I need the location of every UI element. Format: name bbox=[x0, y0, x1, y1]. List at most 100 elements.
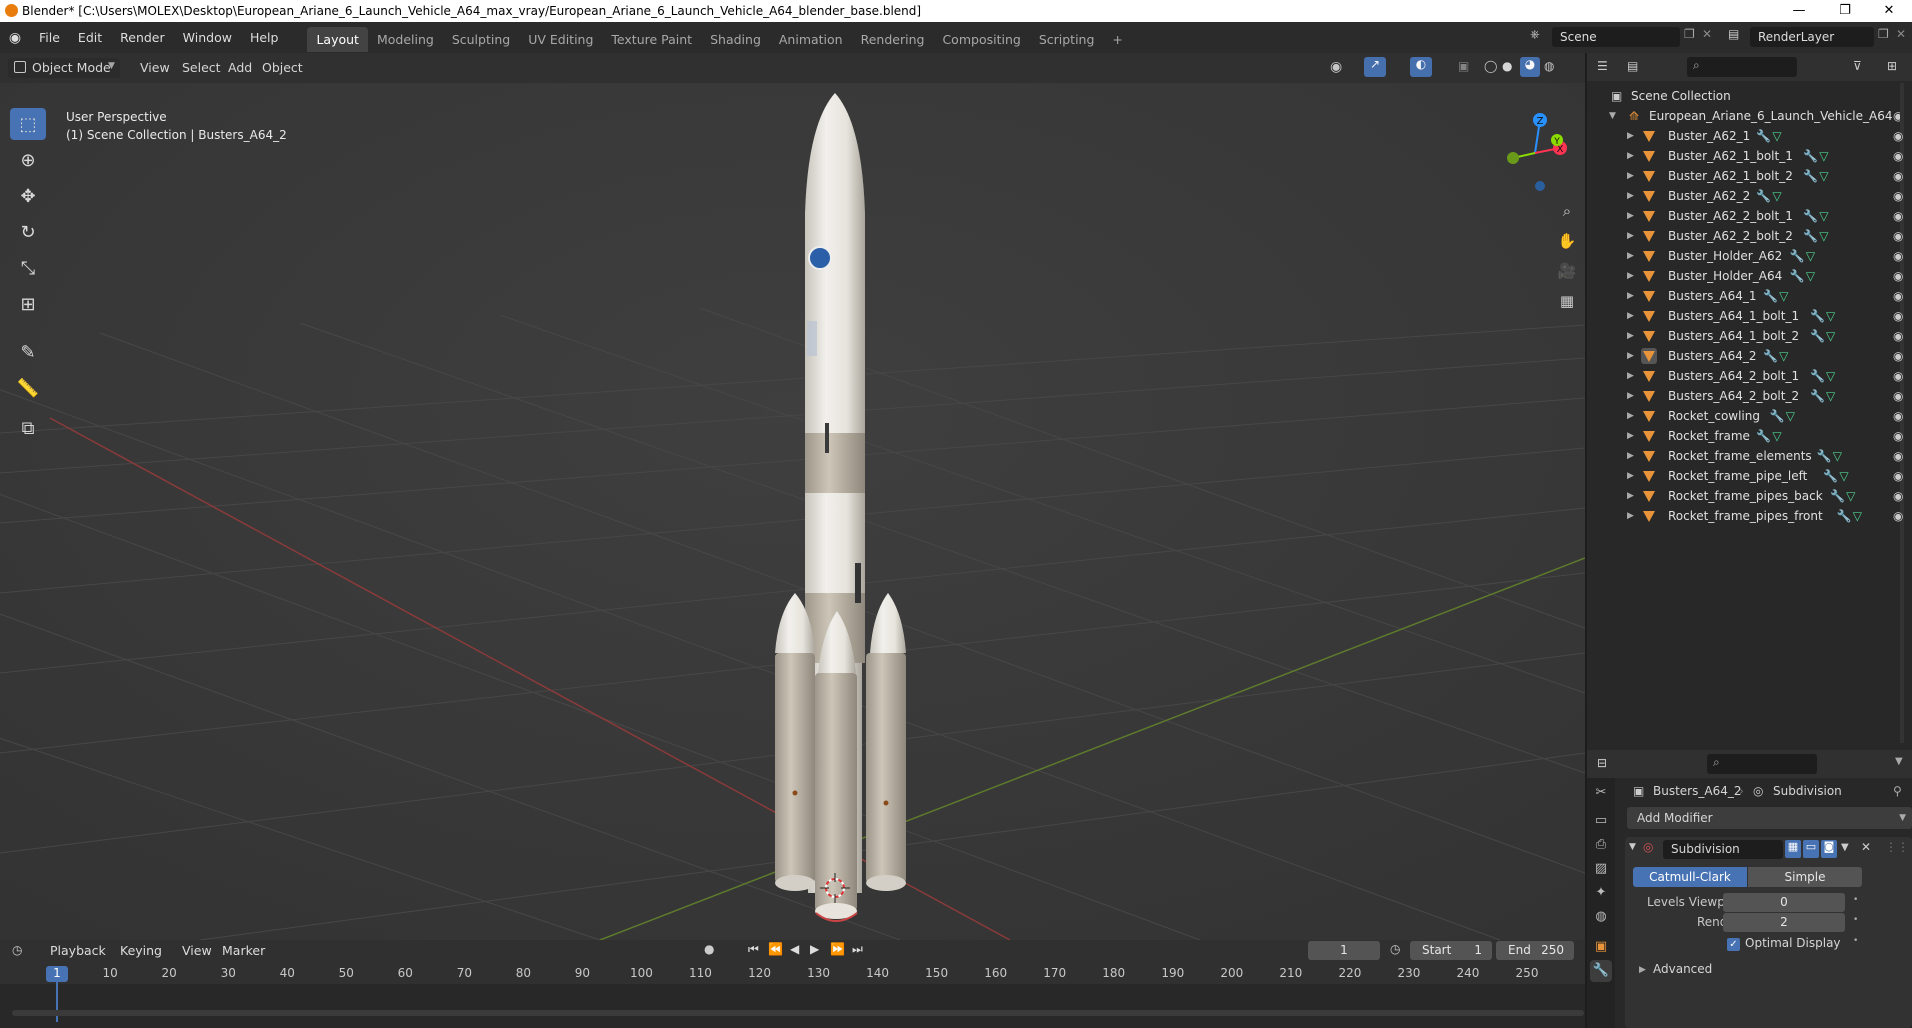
mesh-data-icon[interactable]: ▽ bbox=[1772, 426, 1781, 446]
record-keyframe-icon[interactable]: ● bbox=[704, 942, 714, 956]
expand-arrow-icon[interactable]: ▶ bbox=[1627, 406, 1634, 426]
remove-scene-icon[interactable]: ✕ bbox=[1702, 27, 1712, 41]
advanced-subpanel-label[interactable]: Advanced bbox=[1653, 962, 1712, 976]
menu-window[interactable]: Window bbox=[174, 22, 241, 53]
mesh-data-icon[interactable]: ▽ bbox=[1786, 406, 1795, 426]
expand-arrow-icon[interactable]: ▶ bbox=[1627, 186, 1634, 206]
keyframe-dot-icon[interactable]: • bbox=[1853, 915, 1858, 925]
drag-handle-icon[interactable]: ⋮⋮ bbox=[1885, 840, 1909, 854]
modifier-wrench-icon[interactable]: 🔧 bbox=[1837, 506, 1852, 526]
maximize-button[interactable]: ❐ bbox=[1822, 0, 1868, 22]
outliner-item[interactable]: ▶ Buster_A62_2 🔧 ▽ ◉ bbox=[1587, 186, 1912, 206]
expand-arrow-icon[interactable]: ▼ bbox=[1609, 106, 1616, 126]
outliner-item[interactable]: ▶ Busters_A64_2 🔧 ▽ ◉ bbox=[1587, 346, 1912, 366]
play-icon[interactable]: ▶ bbox=[810, 942, 819, 956]
outliner-item[interactable]: ▶ Busters_A64_2_bolt_1 🔧 ▽ ◉ bbox=[1587, 366, 1912, 386]
eye-icon[interactable]: ◉ bbox=[1893, 366, 1903, 386]
expand-arrow-icon[interactable]: ▶ bbox=[1627, 166, 1634, 186]
display-mode-icon[interactable]: ▤ bbox=[1627, 59, 1638, 73]
transform-tool-icon[interactable]: ⊞ bbox=[10, 288, 46, 320]
expand-arrow-icon[interactable]: ▶ bbox=[1639, 965, 1646, 975]
add-cube-tool-icon[interactable]: ⧉ bbox=[10, 412, 46, 444]
3d-cursor-icon[interactable] bbox=[820, 873, 850, 903]
tab-scripting[interactable]: Scripting bbox=[1030, 27, 1104, 52]
outliner-collection-row[interactable]: ▼ ⟰ European_Ariane_6_Launch_Vehicle_A64… bbox=[1587, 106, 1912, 126]
expand-arrow-icon[interactable]: ▶ bbox=[1627, 506, 1634, 526]
mesh-data-icon[interactable]: ▽ bbox=[1772, 186, 1781, 206]
eye-icon[interactable]: ◉ bbox=[1893, 126, 1903, 146]
outliner-item[interactable]: ▶ Buster_A62_2_bolt_1 🔧 ▽ ◉ bbox=[1587, 206, 1912, 226]
tab-shading[interactable]: Shading bbox=[701, 27, 770, 52]
mesh-data-icon[interactable]: ▽ bbox=[1819, 226, 1828, 246]
add-workspace-button[interactable]: + bbox=[1103, 27, 1131, 52]
current-frame-field[interactable]: 1 bbox=[1308, 941, 1380, 960]
rotate-tool-icon[interactable]: ↻ bbox=[10, 216, 46, 248]
eye-icon[interactable]: ◉ bbox=[1893, 286, 1903, 306]
measure-tool-icon[interactable]: 📏 bbox=[10, 372, 46, 404]
tab-rendering[interactable]: Rendering bbox=[852, 27, 934, 52]
remove-layer-icon[interactable]: ✕ bbox=[1896, 27, 1906, 41]
viewport-menu-view[interactable]: View bbox=[134, 58, 176, 78]
pin-icon[interactable]: ⚲ bbox=[1893, 784, 1902, 798]
close-window-button[interactable]: ✕ bbox=[1866, 0, 1912, 22]
viewport-menu-select[interactable]: Select bbox=[176, 58, 227, 78]
modifier-wrench-icon[interactable]: 🔧 bbox=[1756, 426, 1771, 446]
scale-tool-icon[interactable]: ⤡ bbox=[10, 252, 46, 284]
move-tool-icon[interactable]: ✥ bbox=[10, 180, 46, 212]
visibility-icon[interactable]: ◉ bbox=[1330, 59, 1342, 75]
menu-edit[interactable]: Edit bbox=[69, 22, 111, 53]
modifier-name-field[interactable]: Subdivision bbox=[1663, 840, 1783, 859]
eye-icon[interactable]: ◉ bbox=[1893, 226, 1903, 246]
modifier-wrench-icon[interactable]: 🔧 bbox=[1756, 126, 1771, 146]
outliner-item[interactable]: ▶ Busters_A64_2_bolt_2 🔧 ▽ ◉ bbox=[1587, 386, 1912, 406]
gizmo-toggle-icon[interactable]: ↗ bbox=[1364, 57, 1386, 77]
modifier-wrench-icon[interactable]: 🔧 bbox=[1810, 306, 1825, 326]
modifier-wrench-icon[interactable]: 🔧 bbox=[1790, 266, 1805, 286]
collapse-arrow-icon[interactable]: ▼ bbox=[1629, 842, 1636, 852]
mesh-data-icon[interactable]: ▽ bbox=[1819, 146, 1828, 166]
expand-arrow-icon[interactable]: ▶ bbox=[1627, 266, 1634, 286]
properties-search-input[interactable] bbox=[1707, 754, 1817, 774]
outliner-item[interactable]: ▶ Buster_Holder_A62 🔧 ▽ ◉ bbox=[1587, 246, 1912, 266]
mesh-data-icon[interactable]: ▽ bbox=[1826, 326, 1835, 346]
outliner-item[interactable]: ▶ Rocket_cowling 🔧 ▽ ◉ bbox=[1587, 406, 1912, 426]
outliner-search-input[interactable] bbox=[1687, 57, 1797, 77]
properties-editor-icon[interactable]: ⊟ bbox=[1597, 756, 1607, 770]
output-tab-icon[interactable]: ⎙ bbox=[1590, 834, 1612, 856]
modifier-wrench-icon[interactable]: 🔧 bbox=[1830, 486, 1845, 506]
object-tab-icon[interactable]: ▣ bbox=[1590, 936, 1612, 958]
eye-icon[interactable]: ◉ bbox=[1893, 266, 1903, 286]
modifier-wrench-icon[interactable]: 🔧 bbox=[1763, 346, 1778, 366]
modifier-wrench-icon[interactable]: 🔧 bbox=[1803, 166, 1818, 186]
expand-arrow-icon[interactable]: ▶ bbox=[1627, 366, 1634, 386]
mesh-data-icon[interactable]: ▽ bbox=[1806, 246, 1815, 266]
eye-icon[interactable]: ◉ bbox=[1893, 186, 1903, 206]
jump-end-icon[interactable]: ⏭ bbox=[852, 942, 863, 957]
eye-icon[interactable]: ◉ bbox=[1893, 306, 1903, 326]
expand-arrow-icon[interactable]: ▶ bbox=[1627, 126, 1634, 146]
render-tab-icon[interactable]: ▭ bbox=[1590, 810, 1612, 832]
timeline-scrollbar[interactable] bbox=[12, 1010, 1584, 1016]
pan-hand-icon[interactable]: ✋ bbox=[1554, 228, 1580, 254]
tab-compositing[interactable]: Compositing bbox=[933, 27, 1029, 52]
overlays-toggle-icon[interactable]: ◐ bbox=[1410, 57, 1432, 77]
mesh-data-icon[interactable]: ▽ bbox=[1833, 446, 1842, 466]
chevron-down-icon[interactable]: ▼ bbox=[1895, 756, 1903, 767]
rendered-shading-icon[interactable]: ◍ bbox=[1544, 59, 1554, 73]
scene-tab-icon[interactable]: ✦ bbox=[1590, 882, 1612, 904]
outliner-item[interactable]: ▶ Rocket_frame_elements 🔧 ▽ ◉ bbox=[1587, 446, 1912, 466]
viewport-toggle-icon[interactable]: ▭ bbox=[1803, 840, 1819, 858]
camera-view-icon[interactable]: 🎥 bbox=[1554, 258, 1580, 284]
eye-icon[interactable]: ◉ bbox=[1893, 386, 1903, 406]
outliner-item[interactable]: ▶ Buster_A62_2_bolt_2 🔧 ▽ ◉ bbox=[1587, 226, 1912, 246]
edit-mode-toggle-icon[interactable]: ▦ bbox=[1785, 840, 1801, 858]
eye-icon[interactable]: ◉ bbox=[1893, 486, 1903, 506]
expand-arrow-icon[interactable]: ▶ bbox=[1627, 346, 1634, 366]
timeline-menu-view[interactable]: View bbox=[176, 941, 218, 961]
expand-arrow-icon[interactable]: ▶ bbox=[1627, 246, 1634, 266]
timeline-menu-marker[interactable]: Marker bbox=[216, 941, 271, 961]
chevron-down-icon[interactable]: ▼ bbox=[1841, 842, 1849, 853]
expand-arrow-icon[interactable]: ▶ bbox=[1627, 486, 1634, 506]
eye-icon[interactable]: ◉ bbox=[1893, 466, 1903, 486]
new-scene-icon[interactable]: ❐ bbox=[1684, 27, 1695, 41]
